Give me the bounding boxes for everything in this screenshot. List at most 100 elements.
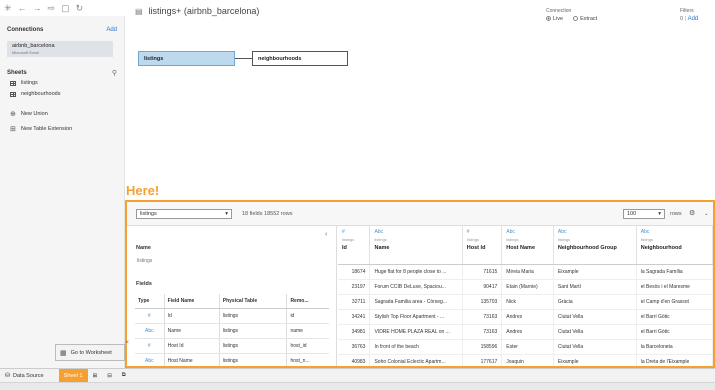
name-value[interactable]: listings (137, 258, 152, 264)
go-to-worksheet-tooltip[interactable]: ▦ Go to Worksheet × (55, 340, 129, 361)
table-cell[interactable]: Eixample (553, 264, 637, 280)
new-dashboard-icon[interactable]: ⊟ (102, 369, 117, 383)
table-row[interactable]: 23197 Forum CCIB DeLuxe, Spaciou... 90417 E… (338, 279, 713, 295)
field-header-name[interactable]: Field Name (163, 294, 220, 309)
save-icon[interactable]: ▢ (61, 3, 70, 13)
table-cell[interactable]: Etain (Marnie) (501, 279, 554, 295)
table-cell[interactable]: Mireia Maria (501, 264, 554, 280)
table-cell[interactable]: 90417 (462, 279, 503, 295)
refresh-icon[interactable]: ↻ (76, 3, 84, 13)
table-cell[interactable]: Gràcia (553, 294, 637, 310)
table-cell[interactable]: 73163 (462, 324, 503, 340)
table-cell[interactable]: Soho Colonial Eclectic Apartm... (369, 354, 463, 366)
table-cell[interactable]: Andres (501, 324, 554, 340)
column-header-host-name[interactable]: Abc listings Host Name (501, 226, 554, 265)
tableau-logo-icon[interactable]: ✳ (4, 3, 12, 13)
new-story-icon[interactable]: ⧉ (117, 369, 131, 383)
field-type-icon[interactable]: Abc (135, 353, 165, 366)
string-type-icon[interactable]: Abc (558, 229, 632, 235)
table-cell[interactable]: Sant Martí (553, 279, 637, 295)
table-cell[interactable]: 34981 (338, 324, 371, 340)
string-type-icon[interactable]: Abc (506, 229, 549, 235)
column-header-host-id[interactable]: # listings Host Id (462, 226, 503, 265)
redo-icon[interactable]: ⇨ (48, 3, 56, 13)
table-cell[interactable]: el Camp d'en Grassot (636, 294, 713, 310)
table-cell[interactable]: la Dreta de l'Eixample (636, 354, 713, 366)
tab-data-source[interactable]: ⛁ Data Source (0, 369, 49, 383)
table-cell[interactable]: 34241 (338, 309, 371, 325)
string-type-icon[interactable]: Abc (641, 229, 708, 235)
number-type-icon[interactable]: # (342, 229, 365, 235)
table-cell[interactable]: la Barceloneta (636, 339, 713, 355)
field-type-icon[interactable]: # (135, 338, 165, 354)
table-cell[interactable]: 73163 (462, 309, 503, 325)
table-row[interactable]: 34981 VIDRE HOME PLAZA REAL on ... 73163 An… (338, 324, 713, 340)
extract-option[interactable]: Extract (573, 16, 597, 22)
table-cell[interactable]: Forum CCIB DeLuxe, Spaciou... (369, 279, 463, 295)
number-type-icon[interactable]: # (467, 229, 497, 235)
table-cell[interactable]: el Barri Gòtic (636, 324, 713, 340)
collapse-icon[interactable]: ‹ (325, 231, 327, 238)
table-cell[interactable]: In front of the beach (369, 339, 463, 355)
table-cell[interactable]: 40983 (338, 354, 371, 366)
table-cell[interactable]: 23197 (338, 279, 371, 295)
new-worksheet-icon[interactable]: ⊞ (88, 369, 103, 383)
connection-item[interactable]: airbnb_barcelona Microsoft Excel (7, 41, 113, 57)
relationship-line[interactable] (235, 58, 252, 59)
field-type-icon[interactable]: # (135, 308, 165, 324)
table-cell[interactable]: Andres (501, 309, 554, 325)
field-header-type[interactable]: Type (135, 294, 165, 309)
rows-select[interactable]: 100 ▾ (623, 209, 665, 219)
back-icon[interactable]: ← (18, 3, 27, 13)
sheet-item-neighbourhoods[interactable]: neighbourhoods (10, 91, 60, 97)
field-row[interactable]: # Id listings id (135, 308, 329, 324)
table-cell[interactable]: el Besòs i el Maresme (636, 279, 713, 295)
table-cell[interactable]: Ciutat Vella (553, 324, 637, 340)
field-row[interactable]: Abc Host Name listings host_n... (135, 353, 329, 366)
live-option[interactable]: Live (546, 16, 563, 22)
table-cell[interactable]: Joaquin (501, 354, 554, 366)
chevron-down-icon[interactable]: ⌄ (704, 211, 709, 217)
field-header-table[interactable]: Physical Table (218, 294, 287, 309)
table-cell[interactable]: 177617 (462, 354, 503, 366)
canvas-table-neighbourhoods[interactable]: neighbourhoods (252, 51, 348, 66)
column-header-neighbourhood[interactable]: Abc listings Neighbourhood (636, 226, 713, 265)
new-union-item[interactable]: ⊕ New Union (10, 110, 48, 118)
new-table-extension-item[interactable]: ⊞ New Table Extension (10, 125, 72, 133)
string-type-icon[interactable]: Abc (374, 229, 457, 235)
column-header-id[interactable]: # listings Id (338, 226, 371, 265)
table-cell[interactable]: la Sagrada Família (636, 264, 713, 280)
datasource-title[interactable]: listings+ (airbnb_barcelona) (149, 6, 260, 16)
field-row[interactable]: Abc Name listings name (135, 323, 329, 339)
add-connection-link[interactable]: Add (106, 27, 117, 33)
add-filter-link[interactable]: Add (688, 16, 699, 22)
table-cell[interactable]: 135703 (462, 294, 503, 310)
canvas-table-listings[interactable]: listings (138, 51, 235, 66)
search-icon[interactable]: ⚲ (112, 69, 117, 77)
table-row[interactable]: 32711 Sagrada Familia area - Còrseg... 135… (338, 294, 713, 310)
field-type-icon[interactable]: Abc (135, 323, 165, 339)
table-cell[interactable]: Ciutat Vella (553, 339, 637, 355)
sheet-item-listings[interactable]: listings (10, 80, 38, 86)
table-cell[interactable]: 32711 (338, 294, 371, 310)
table-cell[interactable]: 71615 (462, 264, 503, 280)
table-select[interactable]: listings ▾ (136, 209, 232, 219)
table-cell[interactable]: Eixample (553, 354, 637, 366)
table-row[interactable]: 36763 In front of the beach 158596 Ester Ciu… (338, 339, 713, 355)
column-header-name[interactable]: Abc listings Name (369, 226, 463, 265)
table-cell[interactable]: Ciutat Vella (553, 309, 637, 325)
table-row[interactable]: 40983 Soho Colonial Eclectic Apartm... 177… (338, 354, 713, 366)
table-cell[interactable]: el Barri Gòtic (636, 309, 713, 325)
table-row[interactable]: 34241 Stylish Top Floor Apartment - ... 73… (338, 309, 713, 325)
table-cell[interactable]: 36763 (338, 339, 371, 355)
table-cell[interactable]: Nick (501, 294, 554, 310)
table-cell[interactable]: Ester (501, 339, 554, 355)
close-icon[interactable]: × (125, 340, 129, 346)
table-cell[interactable]: Huge flat for 8 people close to ... (369, 264, 463, 280)
table-cell[interactable]: Sagrada Familia area - Còrseg... (369, 294, 463, 310)
forward-icon[interactable]: → (33, 3, 42, 13)
field-header-remote[interactable]: Remo... (286, 294, 329, 309)
column-header-neighbourhood-group[interactable]: Abc listings Neighbourhood Group (553, 226, 637, 265)
tab-sheet-1[interactable]: Sheet 1 (58, 368, 88, 383)
table-cell[interactable]: Stylish Top Floor Apartment - ... (369, 309, 463, 325)
